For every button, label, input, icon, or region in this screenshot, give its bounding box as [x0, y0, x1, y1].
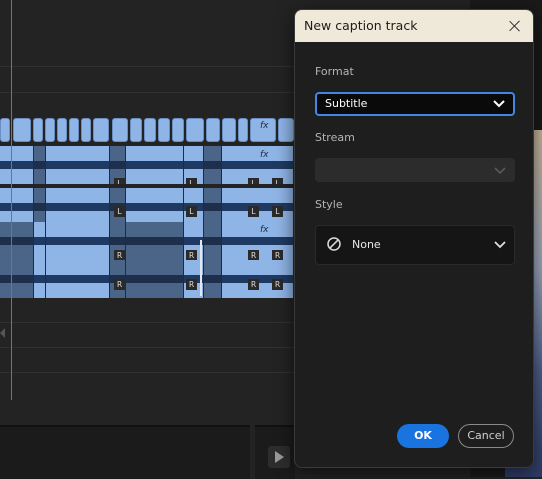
video-clip[interactable]	[222, 118, 236, 142]
video-clip[interactable]	[45, 118, 55, 142]
audio-clip[interactable]	[204, 260, 222, 298]
audio-clip[interactable]	[46, 222, 110, 260]
track-divider	[0, 66, 300, 67]
audio-clip[interactable]	[12, 188, 34, 226]
left-channel-badge: L	[114, 178, 125, 184]
video-clip[interactable]	[172, 118, 184, 142]
right-channel-badge: R	[248, 279, 259, 290]
audio-clip[interactable]	[34, 260, 46, 298]
style-select[interactable]: None	[315, 225, 515, 265]
video-clip[interactable]	[112, 118, 128, 142]
left-channel-badge: L	[186, 206, 197, 217]
track-divider	[0, 372, 300, 373]
edit-point-marker[interactable]	[200, 240, 202, 296]
track-divider	[0, 92, 300, 93]
track-divider	[0, 347, 300, 348]
video-track: fx	[0, 118, 300, 142]
video-clip[interactable]	[130, 118, 142, 142]
left-channel-badge: L	[248, 178, 259, 184]
video-clip[interactable]	[144, 118, 156, 142]
track-scroll-marker	[0, 328, 5, 338]
format-select[interactable]: Subtitle	[315, 92, 515, 116]
close-icon[interactable]	[507, 18, 523, 34]
audio-clip[interactable]	[204, 222, 222, 260]
right-channel-badge: R	[186, 279, 197, 290]
selection-tool-button[interactable]	[268, 446, 290, 468]
ok-button[interactable]: OK	[397, 424, 449, 448]
format-value: Subtitle	[325, 97, 368, 110]
audio-clip[interactable]	[126, 188, 184, 226]
video-clip[interactable]	[0, 118, 10, 142]
left-channel-badge: L	[272, 206, 283, 217]
style-value: None	[352, 238, 381, 251]
video-clip[interactable]	[13, 118, 31, 142]
audio-clip[interactable]	[46, 146, 110, 184]
audio-clip[interactable]	[126, 222, 184, 260]
style-label: Style	[315, 198, 343, 211]
audio-clip[interactable]	[126, 146, 184, 184]
video-clip[interactable]	[238, 118, 248, 142]
none-prohibited-icon	[327, 237, 341, 251]
audio-clip[interactable]	[46, 260, 110, 298]
audio-clip[interactable]	[204, 188, 222, 226]
left-channel-badge: L	[186, 178, 197, 184]
audio-clip[interactable]	[34, 222, 46, 260]
left-channel-badge: L	[114, 206, 125, 217]
playhead[interactable]	[11, 0, 12, 400]
right-channel-badge: R	[186, 250, 197, 260]
audio-track-left-2: L L L L	[0, 188, 300, 226]
chevron-down-icon	[494, 241, 506, 249]
audio-clip[interactable]	[46, 188, 110, 226]
audio-clip[interactable]	[126, 260, 184, 298]
right-channel-badge: R	[114, 279, 125, 290]
video-clip[interactable]	[69, 118, 79, 142]
video-clip[interactable]	[93, 118, 109, 142]
chevron-down-icon	[494, 167, 506, 175]
fx-badge: fx	[260, 121, 269, 131]
fx-badge: fx	[260, 150, 269, 160]
audio-track-right: R R R R fx	[0, 222, 300, 260]
stream-label: Stream	[315, 131, 355, 144]
video-clip[interactable]	[206, 118, 220, 142]
right-channel-badge: R	[272, 279, 283, 290]
right-channel-badge: R	[114, 250, 125, 260]
video-clip[interactable]	[33, 118, 43, 142]
video-clip[interactable]	[57, 118, 67, 142]
new-caption-track-dialog: New caption track Format Subtitle Stream…	[294, 9, 534, 468]
bottom-panel	[0, 425, 250, 479]
stream-select	[315, 158, 515, 182]
audio-track-right-2: R R R R	[0, 260, 300, 298]
audio-clip[interactable]	[204, 146, 222, 184]
audio-clip[interactable]	[0, 260, 34, 298]
audio-track-left: L L L L fx	[0, 146, 300, 184]
track-divider	[0, 322, 300, 323]
fx-badge: fx	[260, 225, 269, 235]
right-channel-badge: R	[248, 250, 259, 260]
video-clip[interactable]	[81, 118, 91, 142]
right-channel-badge: R	[272, 250, 283, 260]
audio-clip[interactable]	[12, 146, 34, 184]
chevron-down-icon	[493, 100, 505, 108]
left-channel-badge: L	[248, 206, 259, 217]
left-channel-badge: L	[272, 178, 283, 184]
audio-clip[interactable]	[34, 146, 46, 184]
video-clip[interactable]	[278, 118, 294, 142]
video-clip[interactable]	[186, 118, 204, 142]
dialog-titlebar: New caption track	[295, 10, 533, 42]
video-clip[interactable]	[158, 118, 170, 142]
audio-clip[interactable]	[0, 222, 34, 260]
audio-clip[interactable]	[34, 188, 46, 226]
format-label: Format	[315, 65, 354, 78]
cancel-button[interactable]: Cancel	[458, 424, 514, 448]
dialog-title: New caption track	[304, 18, 418, 33]
